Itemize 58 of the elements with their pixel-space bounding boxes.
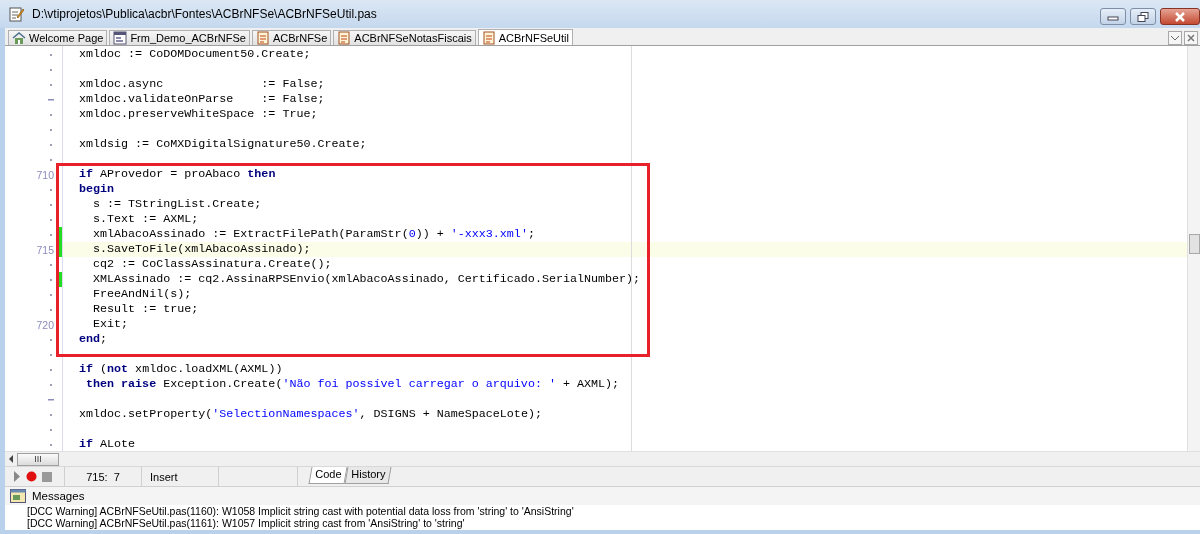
warning-message[interactable]: [DCC Warning] ACBrNFSeUtil.pas(1160): W1058 Implicit string cast with potential data loss from 'string' to 'AnsiString' — [27, 505, 1200, 517]
scroll-thumb[interactable] — [1189, 234, 1200, 254]
document-icon — [337, 31, 352, 45]
scroll-thumb[interactable] — [17, 452, 59, 466]
code-line: if (not xmldoc.loadXML(AXML)) — [78, 362, 284, 377]
warning-message[interactable]: [DCC Warning] ACBrNFSeUtil.pas(1161): W1057 Implicit string cast from 'AnsiString' to 'string' — [27, 517, 1200, 529]
file-edit-icon — [8, 6, 24, 22]
record-icon — [26, 471, 37, 482]
view-tab[interactable]: History — [344, 467, 393, 484]
code-line: if AProvedor = proAbaco then — [78, 167, 277, 182]
code-line: begin — [78, 182, 116, 197]
window-title: D:\vtiprojetos\Publica\acbr\Fontes\ACBrNFSe\ACBrNFSeUtil.pas — [32, 7, 378, 21]
arrow-left-icon — [8, 455, 14, 463]
code-line: xmldoc.validateOnParse := False; — [78, 92, 326, 107]
insert-mode: Insert — [150, 470, 178, 483]
code-line: FreeAndNil(s); — [92, 287, 193, 302]
home-icon — [12, 31, 26, 45]
code-line: cq2 := CoClassAssinatura.Create(); — [92, 257, 333, 272]
messages-window-icon — [10, 489, 26, 503]
code-line: XMLAssinado := cq2.AssinaRPSEnvio(xmlAbacoAssinado, Certificado.SerialNumber); — [92, 272, 642, 287]
tab-list-button[interactable] — [1168, 31, 1182, 45]
code-line: Exit; — [92, 317, 130, 332]
cursor-position: 715: 7 — [86, 470, 120, 483]
code-line: end; — [78, 332, 109, 347]
line-number: 720 — [36, 318, 55, 331]
code-line: xmldoc.async := False; — [78, 77, 326, 92]
view-tab[interactable]: Code — [308, 467, 348, 484]
code-line: s.Text := AXML; — [92, 212, 200, 227]
play-icon — [13, 471, 21, 482]
line-number: 710 — [36, 168, 55, 181]
editor-tab[interactable]: Welcome Page — [8, 30, 108, 45]
editor-tab[interactable]: ACBrNFSeNotasFiscais — [333, 30, 476, 45]
close-button[interactable] — [1160, 8, 1200, 25]
document-icon — [481, 30, 496, 45]
close-icon — [1174, 11, 1186, 22]
code-line: xmldoc.preserveWhiteSpace := True; — [78, 107, 319, 122]
editor-tab[interactable]: ACBrNFSeUtil — [477, 29, 573, 45]
panel-title: Messages — [32, 490, 85, 502]
line-number: 715 — [36, 243, 55, 256]
grip-icon — [34, 456, 42, 462]
stop-icon — [42, 471, 52, 482]
code-line: xmlAbacoAssinado := ExtractFilePath(ParamStr(0)) + '-xxx3.xml'; — [92, 227, 536, 242]
close-tab-button[interactable] — [1184, 31, 1198, 45]
editor-tab[interactable]: Frm_Demo_ACBrNFSe — [109, 30, 250, 45]
code-line: Result := true; — [92, 302, 200, 317]
code-line: then raise Exception.Create('Não foi possível carregar o arquivo: ' + AXML); — [85, 377, 621, 392]
close-icon — [1186, 33, 1196, 43]
code-line: xmldsig := CoMXDigitalSignature50.Create; — [78, 137, 368, 152]
code-line: s := TStringList.Create; — [92, 197, 263, 212]
code-line: xmldoc.setProperty('SelectionNamespaces', DSIGNS + NameSpaceLote); — [78, 407, 543, 422]
document-icon — [255, 31, 270, 45]
chevron-down-icon — [1170, 33, 1180, 43]
vertical-scrollbar[interactable] — [1187, 46, 1200, 451]
restore-icon — [1137, 11, 1149, 22]
editor-tab[interactable]: ACBrNFSe — [251, 30, 332, 45]
restore-button[interactable] — [1130, 8, 1156, 25]
code-line: if ALote — [78, 437, 137, 451]
code-line: xmldoc := CoDOMDocument50.Create; — [78, 47, 312, 62]
